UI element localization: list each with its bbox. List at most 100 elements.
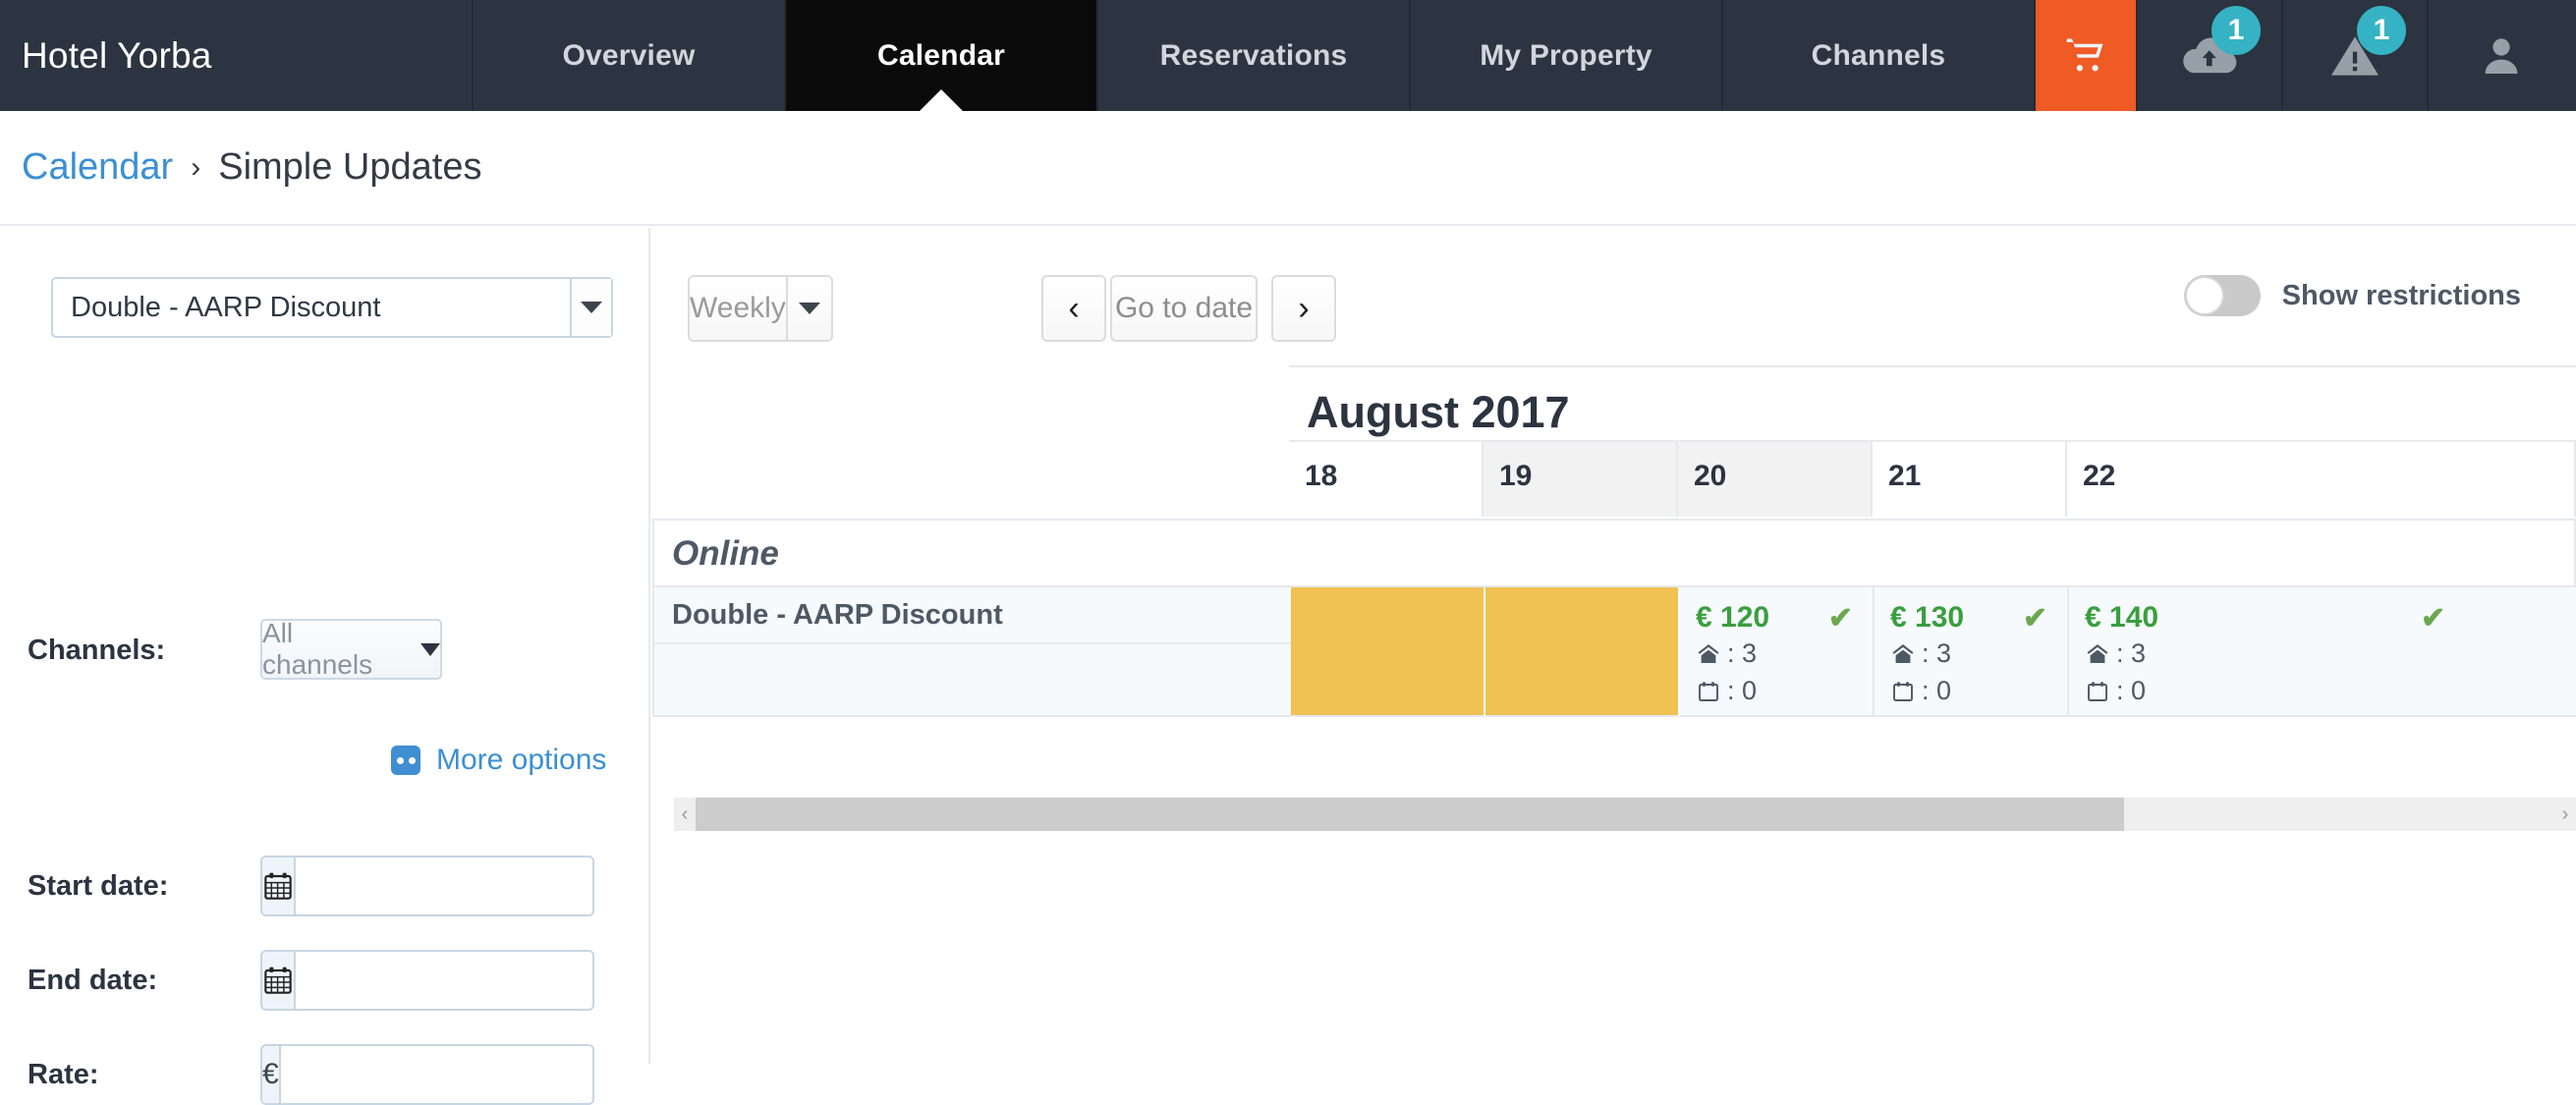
alerts-button[interactable]: 1	[2283, 0, 2429, 111]
check-icon: ✔	[2421, 602, 2446, 635]
alerts-badge: 1	[2357, 6, 2406, 55]
tab-channels[interactable]: Channels	[1723, 0, 2036, 111]
day-header-22[interactable]: 22	[2067, 442, 2576, 517]
tab-calendar[interactable]: Calendar	[786, 0, 1098, 111]
rooms-value: : 3	[1727, 638, 1758, 668]
rate-cell-price: € 130	[1890, 601, 1965, 634]
day-number: 22	[2083, 460, 2116, 492]
day-header-18[interactable]: 18	[1289, 442, 1484, 517]
tab-reservations-label: Reservations	[1159, 38, 1348, 72]
min-stay: : 0	[1890, 676, 1951, 706]
day-header-19[interactable]: 19	[1484, 442, 1678, 517]
cart-button[interactable]	[2036, 0, 2138, 111]
horizontal-scrollbar[interactable]: ‹ ›	[674, 798, 2576, 831]
rate-currency-addon: €	[262, 1046, 281, 1103]
chevron-down-icon	[581, 302, 602, 313]
chevron-down-icon	[420, 642, 440, 656]
calendar-icon	[1699, 681, 1718, 701]
tab-overview-label: Overview	[562, 38, 696, 72]
rate-cell-22[interactable]: € 140 ✔ : 3 : 0	[2069, 587, 2576, 717]
rate-plan-select[interactable]: Double - AARP Discount	[51, 277, 613, 338]
active-tab-caret-icon	[920, 89, 963, 111]
scrollbar-thumb[interactable]	[696, 798, 2124, 831]
month-title: August 2017	[1307, 387, 1570, 437]
cart-icon	[2066, 38, 2103, 71]
house-icon	[2087, 643, 2108, 663]
tab-calendar-label: Calendar	[877, 38, 1005, 72]
calendar-icon	[264, 967, 292, 994]
house-icon	[1698, 643, 1719, 663]
min-stay-value: : 0	[1922, 676, 1952, 705]
start-date-calendar-button[interactable]	[262, 857, 296, 914]
rate-input[interactable]	[280, 1046, 592, 1103]
channels-dropdown-value: All channels	[262, 618, 373, 680]
rate-cell-21[interactable]: € 130 ✔ : 3 : 0	[1875, 587, 2069, 717]
rate-row-label-cell[interactable]: Double - AARP Discount	[652, 587, 1391, 644]
calendar-icon	[1893, 681, 1913, 701]
day-number: 21	[1888, 460, 1922, 492]
scrollbar-track[interactable]	[696, 798, 2554, 831]
calendar-grid: August 2017 18 19 20 21 22 Online Double…	[652, 228, 2576, 1064]
group-label: Online	[672, 534, 779, 573]
calendar-main: Weekly ‹ Go to date › Show restrictions …	[652, 228, 2576, 1064]
check-icon: ✔	[1827, 602, 1853, 635]
end-date-input[interactable]	[296, 952, 592, 1009]
rate-cell-20[interactable]: € 120 ✔ : 3 : 0	[1680, 587, 1875, 717]
rooms-available: : 3	[1890, 638, 1951, 669]
calendar-icon	[2088, 681, 2107, 701]
end-date-calendar-button[interactable]	[262, 952, 296, 1009]
day-header-20[interactable]: 20	[1678, 442, 1873, 517]
rooms-value: : 3	[1922, 638, 1952, 668]
top-navigation-bar: Hotel Yorba Overview Calendar Reservatio…	[0, 0, 2576, 111]
min-stay: : 0	[1696, 676, 1757, 706]
check-icon: ✔	[2022, 602, 2047, 635]
rate-row-label: Double - AARP Discount	[672, 599, 1003, 631]
more-options-link[interactable]: More options	[391, 744, 606, 777]
rate-cell-18[interactable]	[1291, 587, 1485, 717]
start-date-label: Start date:	[28, 870, 169, 902]
rate-plan-select-arrow[interactable]	[570, 279, 611, 336]
scroll-right-arrow-icon[interactable]: ›	[2554, 803, 2576, 826]
group-row-online: Online	[652, 519, 2576, 587]
user-menu-button[interactable]	[2429, 0, 2574, 111]
rooms-available: : 3	[1696, 638, 1757, 669]
rate-cell-price: € 140	[2085, 601, 2159, 634]
rate-row-label-cell-spacer	[652, 644, 1391, 717]
breadcrumb-current: Simple Updates	[218, 146, 482, 188]
tab-channels-label: Channels	[1811, 38, 1946, 72]
scroll-left-arrow-icon[interactable]: ‹	[674, 803, 696, 826]
day-number: 20	[1694, 460, 1727, 492]
cloud-upload-badge: 1	[2212, 6, 2261, 55]
end-date-label: End date:	[28, 965, 158, 996]
tab-my-property-label: My Property	[1480, 38, 1652, 72]
start-date-input[interactable]	[296, 857, 592, 914]
brand-title[interactable]: Hotel Yorba	[0, 0, 474, 111]
min-stay: : 0	[2085, 676, 2146, 706]
euro-icon: €	[262, 1058, 279, 1090]
min-stay-value: : 0	[1727, 676, 1758, 705]
channels-dropdown[interactable]: All channels	[260, 618, 442, 680]
breadcrumb-separator-icon: ›	[191, 150, 201, 184]
month-header: August 2017	[1289, 365, 2576, 442]
calendar-icon	[264, 872, 292, 900]
tab-reservations[interactable]: Reservations	[1098, 0, 1411, 111]
day-header-21[interactable]: 21	[1873, 442, 2067, 517]
tab-overview[interactable]: Overview	[474, 0, 786, 111]
day-number: 19	[1499, 460, 1533, 492]
cloud-upload-button[interactable]: 1	[2138, 0, 2283, 111]
user-icon	[2485, 37, 2518, 74]
rate-cell-price: € 120	[1696, 601, 1770, 634]
min-stay-value: : 0	[2116, 676, 2147, 705]
breadcrumb: Calendar › Simple Updates	[0, 111, 2576, 226]
channels-label: Channels:	[28, 635, 166, 666]
tab-my-property[interactable]: My Property	[1411, 0, 1723, 111]
day-number: 18	[1305, 460, 1338, 492]
rate-plan-select-value: Double - AARP Discount	[71, 291, 381, 323]
rooms-value: : 3	[2116, 638, 2147, 668]
rate-cell-19[interactable]	[1485, 587, 1680, 717]
end-date-group	[260, 950, 594, 1011]
start-date-group	[260, 856, 594, 916]
more-options-icon	[391, 746, 420, 775]
house-icon	[1892, 643, 1914, 663]
breadcrumb-calendar-link[interactable]: Calendar	[22, 146, 173, 189]
